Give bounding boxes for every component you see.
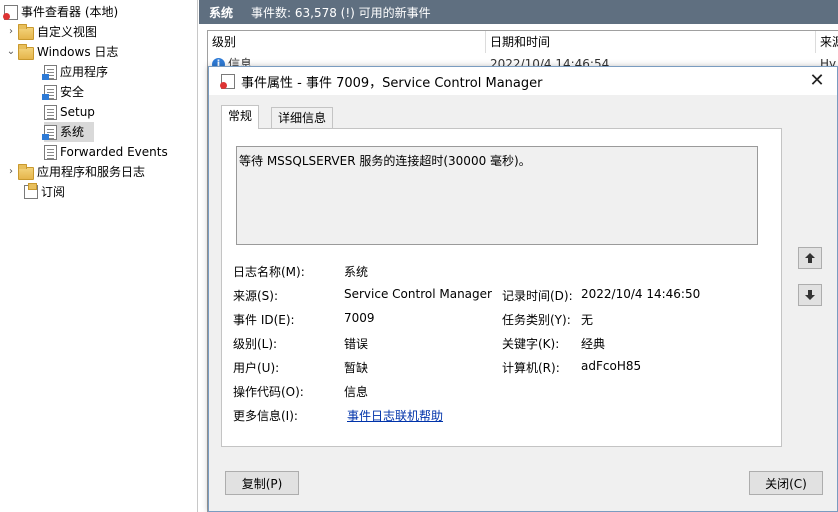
- computer-label: 计算机(R):: [502, 361, 560, 375]
- level-value: 错误: [344, 337, 369, 351]
- tab-details[interactable]: 详细信息: [271, 107, 334, 129]
- column-header-datetime[interactable]: 日期和时间: [486, 31, 816, 53]
- online-help-link[interactable]: 事件日志联机帮助: [347, 407, 443, 424]
- tree-item-security[interactable]: 安全: [42, 82, 85, 102]
- event-description[interactable]: 等待 MSSQLSERVER 服务的连接超时(30000 毫秒)。: [236, 146, 758, 245]
- user-value: 暂缺: [344, 361, 369, 375]
- tree-item-app-service-logs[interactable]: › 应用程序和服务日志: [4, 162, 145, 182]
- tree-item-label: Setup: [60, 105, 95, 119]
- log-icon: [42, 64, 57, 80]
- close-icon[interactable]: ✕: [807, 71, 827, 91]
- tree-item-label: 订阅: [41, 185, 66, 199]
- log-header: 系统 事件数: 63,578 (!) 可用的新事件: [199, 0, 838, 24]
- tree-item-label: Forwarded Events: [60, 145, 168, 159]
- tree-item-setup[interactable]: Setup: [44, 102, 95, 122]
- column-header-level[interactable]: 级别: [208, 31, 486, 53]
- dialog-title: 事件属性 - 事件 7009，Service Control Manager: [241, 75, 543, 91]
- close-button[interactable]: 关闭(C): [749, 471, 823, 495]
- level-label: 级别(L):: [233, 337, 278, 351]
- event-count: 事件数: 63,578 (!) 可用的新事件: [251, 5, 431, 20]
- next-event-button[interactable]: [798, 284, 822, 306]
- source-value: Service Control Manager: [344, 287, 492, 301]
- user-label: 用户(U):: [233, 361, 280, 375]
- log-name: 系统: [209, 5, 234, 20]
- tree-item-label: Windows 日志: [37, 45, 119, 59]
- tree-item-windows-logs[interactable]: ⌄ Windows 日志: [4, 42, 118, 62]
- tree-item-label: 系统: [60, 125, 85, 139]
- source-label: 来源(S):: [233, 289, 279, 303]
- tree-item-root[interactable]: 事件查看器 (本地): [3, 2, 119, 22]
- column-header-source[interactable]: 来源: [816, 31, 838, 53]
- tree-item-forwarded-events[interactable]: Forwarded Events: [44, 142, 168, 162]
- computer-value: adFcoH85: [581, 359, 642, 373]
- general-tab-panel: 等待 MSSQLSERVER 服务的连接超时(30000 毫秒)。 日志名称(M…: [221, 128, 782, 447]
- tree-item-label: 安全: [60, 85, 85, 99]
- event-viewer-icon: [220, 73, 235, 89]
- copy-button[interactable]: 复制(P): [225, 471, 299, 495]
- chevron-right-icon[interactable]: ›: [4, 162, 18, 182]
- event-viewer-icon: [3, 4, 18, 20]
- logged-label: 记录时间(D):: [502, 289, 573, 303]
- arrow-down-icon: [805, 290, 815, 300]
- task-category-label: 任务类别(Y):: [502, 313, 571, 327]
- log-icon: [44, 144, 57, 160]
- tree-item-application[interactable]: 应用程序: [42, 62, 109, 82]
- log-icon: [44, 104, 57, 120]
- keywords-label: 关键字(K):: [502, 337, 560, 351]
- log-name-label: 日志名称(M):: [233, 265, 305, 279]
- tree-item-system[interactable]: 系统: [42, 122, 94, 142]
- subscription-icon: [24, 183, 38, 199]
- tab-general[interactable]: 常规: [221, 105, 260, 129]
- folder-icon: [18, 23, 34, 40]
- more-info-label: 更多信息(I):: [233, 409, 298, 423]
- tree-item-subscriptions[interactable]: 订阅: [24, 182, 65, 202]
- tree-item-label: 应用程序和服务日志: [37, 165, 146, 179]
- log-name-value: 系统: [344, 265, 369, 279]
- event-properties-dialog: 事件属性 - 事件 7009，Service Control Manager ✕…: [208, 66, 838, 512]
- log-icon: [42, 124, 57, 140]
- logged-value: 2022/10/4 14:46:50: [581, 287, 701, 301]
- opcode-value: 信息: [344, 385, 369, 399]
- tree-item-label: 事件查看器 (本地): [21, 5, 119, 19]
- navigation-tree: 事件查看器 (本地) › 自定义视图 ⌄ Windows 日志 应用程序 安全 …: [0, 0, 198, 512]
- tree-item-label: 自定义视图: [37, 25, 98, 39]
- chevron-right-icon[interactable]: ›: [4, 22, 18, 42]
- event-id-value: 7009: [344, 311, 375, 325]
- tree-item-label: 应用程序: [60, 65, 109, 79]
- folder-icon: [18, 163, 34, 180]
- dialog-titlebar[interactable]: 事件属性 - 事件 7009，Service Control Manager ✕: [209, 67, 837, 95]
- folder-open-icon: [18, 43, 34, 60]
- previous-event-button[interactable]: [798, 247, 822, 269]
- arrow-up-icon: [805, 253, 815, 263]
- tree-item-custom-views[interactable]: › 自定义视图: [4, 22, 97, 42]
- log-icon: [42, 84, 57, 100]
- task-category-value: 无: [581, 313, 594, 327]
- opcode-label: 操作代码(O):: [233, 385, 304, 399]
- chevron-down-icon[interactable]: ⌄: [4, 42, 18, 62]
- event-id-label: 事件 ID(E):: [233, 313, 295, 327]
- keywords-value: 经典: [581, 337, 606, 351]
